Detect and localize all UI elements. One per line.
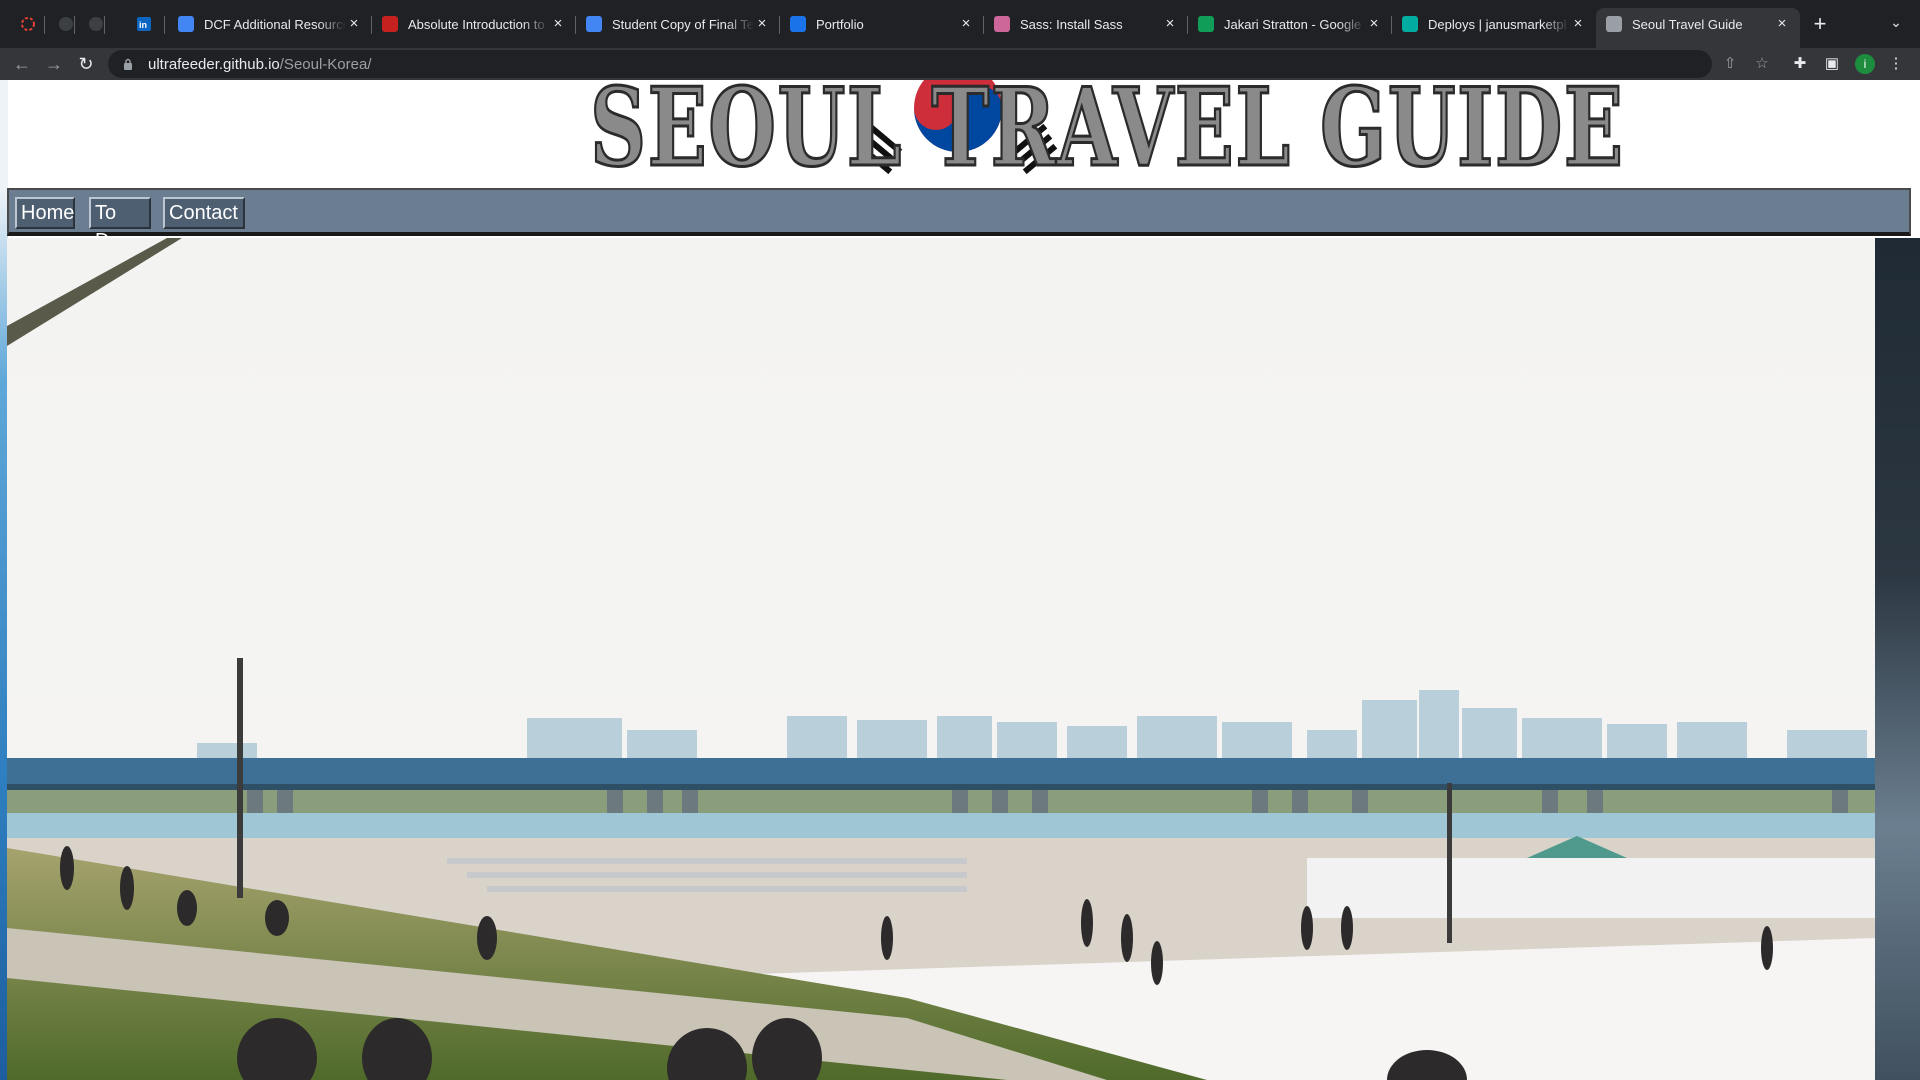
extensions-icon[interactable]: ✚ bbox=[1788, 52, 1812, 76]
sass-icon bbox=[994, 16, 1010, 32]
page-edge bbox=[1875, 238, 1920, 1080]
github-icon bbox=[59, 17, 73, 31]
site-logo[interactable]: SEOUL TRAVEL GUIDE bbox=[589, 80, 1625, 191]
tab-title: Sass: Install Sass bbox=[1020, 16, 1123, 32]
globe-icon bbox=[1606, 16, 1622, 32]
course-icon bbox=[382, 16, 398, 32]
close-icon[interactable]: × bbox=[1162, 16, 1178, 32]
tab-5[interactable]: Sass: Install Sass × bbox=[984, 8, 1188, 40]
close-icon[interactable]: × bbox=[550, 16, 566, 32]
jp-icon bbox=[790, 16, 806, 32]
pinned-tab-linkedin[interactable]: in bbox=[132, 12, 156, 36]
tab-6[interactable]: Jakari Stratton - Google × bbox=[1188, 8, 1392, 40]
url-path: /Seoul-Korea/ bbox=[279, 55, 372, 73]
share-icon[interactable]: ⇧ bbox=[1720, 54, 1740, 74]
svg-text:in: in bbox=[139, 20, 147, 30]
tab-search-icon[interactable]: ⌄ bbox=[1886, 14, 1906, 34]
tab-title: Student Copy of Final Te bbox=[612, 16, 754, 32]
close-icon[interactable]: × bbox=[754, 16, 770, 32]
pinned-tab-opera[interactable] bbox=[16, 12, 40, 36]
nav-todo-link[interactable]: To Do bbox=[89, 197, 151, 252]
sheets-icon bbox=[1198, 16, 1214, 32]
tab-8[interactable]: Seoul Travel Guide × bbox=[1596, 8, 1800, 48]
tab-title: Deploys | janusmarketpl bbox=[1428, 16, 1567, 32]
back-icon[interactable]: ← bbox=[10, 52, 34, 76]
site-title: SEOUL TRAVEL GUIDE bbox=[589, 80, 1625, 191]
menu-icon[interactable]: ⋮ bbox=[1884, 52, 1908, 76]
close-icon[interactable]: × bbox=[1774, 16, 1790, 32]
close-icon[interactable]: × bbox=[346, 16, 362, 32]
hero-image-han-river bbox=[7, 238, 1875, 1080]
tab-7[interactable]: Deploys | janusmarketpl × bbox=[1392, 8, 1596, 40]
profile-avatar[interactable]: i bbox=[1855, 54, 1875, 74]
site-navbar: Home To Do Contact bbox=[7, 188, 1911, 252]
nav-contact-link[interactable]: Contact bbox=[163, 197, 245, 229]
tab-3[interactable]: Student Copy of Final Te × bbox=[576, 8, 780, 40]
reload-icon[interactable]: ↻ bbox=[74, 52, 98, 76]
url-host: ultrafeeder.github.io bbox=[148, 55, 280, 73]
tab-2[interactable]: Absolute Introduction to × bbox=[372, 8, 576, 40]
lock-icon bbox=[124, 58, 132, 70]
tab-title: Jakari Stratton - Google bbox=[1224, 16, 1362, 32]
browser-toolbar: ← → ↻ ultrafeeder.github.io/Seoul-Korea/… bbox=[0, 48, 1920, 80]
netlify-icon bbox=[1402, 16, 1418, 32]
tab-title: Absolute Introduction to bbox=[408, 16, 545, 32]
address-bar[interactable]: ultrafeeder.github.io/Seoul-Korea/ bbox=[108, 50, 1712, 78]
linkedin-icon: in bbox=[137, 17, 151, 31]
forward-icon[interactable]: → bbox=[42, 52, 66, 76]
tab-1[interactable]: DCF Additional Resources × bbox=[168, 8, 372, 40]
github-icon bbox=[89, 17, 103, 31]
bookmark-star-icon[interactable]: ☆ bbox=[1752, 54, 1772, 74]
side-panel-icon[interactable]: ▣ bbox=[1820, 52, 1844, 76]
close-icon[interactable]: × bbox=[1366, 16, 1382, 32]
new-tab-button[interactable]: + bbox=[1808, 12, 1832, 36]
tab-title: DCF Additional Resources bbox=[204, 16, 346, 32]
tab-4[interactable]: Portfolio × bbox=[780, 8, 984, 40]
tab-title: Seoul Travel Guide bbox=[1632, 16, 1743, 32]
tab-strip: in DCF Additional Resources × Absolute Int… bbox=[0, 0, 1920, 48]
doc-icon bbox=[178, 16, 194, 32]
web-page: SEOUL TRAVEL GUIDE Home To Do Contact bbox=[0, 80, 1920, 1080]
doc-icon bbox=[586, 16, 602, 32]
close-icon[interactable]: × bbox=[958, 16, 974, 32]
close-icon[interactable]: × bbox=[1570, 16, 1586, 32]
nav-home-link[interactable]: Home bbox=[15, 197, 75, 229]
opera-icon bbox=[21, 17, 35, 31]
tab-title: Portfolio bbox=[816, 16, 864, 32]
